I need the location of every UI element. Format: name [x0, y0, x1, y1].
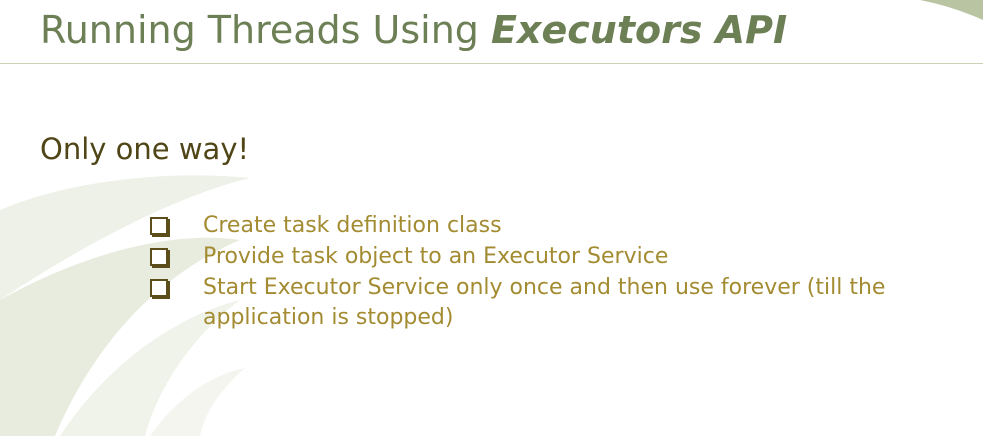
bullet-list: Create task definition class Provide tas…: [150, 211, 950, 334]
bullet-item: Create task definition class: [150, 211, 950, 241]
slide: Running Threads Using Executors API Only…: [0, 0, 983, 436]
bullet-text: Start Executor Service only once and the…: [203, 275, 886, 330]
slide-title: Running Threads Using Executors API: [40, 8, 787, 52]
slide-subtitle: Only one way!: [40, 132, 250, 166]
title-divider: [0, 63, 983, 64]
checkbox-square-icon: [150, 248, 168, 266]
bullet-text: Provide task object to an Executor Servi…: [203, 244, 669, 269]
bullet-item: Start Executor Service only once and the…: [150, 273, 950, 333]
slide-title-plain: Running Threads Using: [40, 8, 491, 52]
checkbox-square-icon: [150, 279, 168, 297]
bullet-item: Provide task object to an Executor Servi…: [150, 242, 950, 272]
slide-title-emphasis: Executors API: [491, 8, 788, 52]
bullet-text: Create task definition class: [203, 213, 502, 238]
checkbox-square-icon: [150, 217, 168, 235]
